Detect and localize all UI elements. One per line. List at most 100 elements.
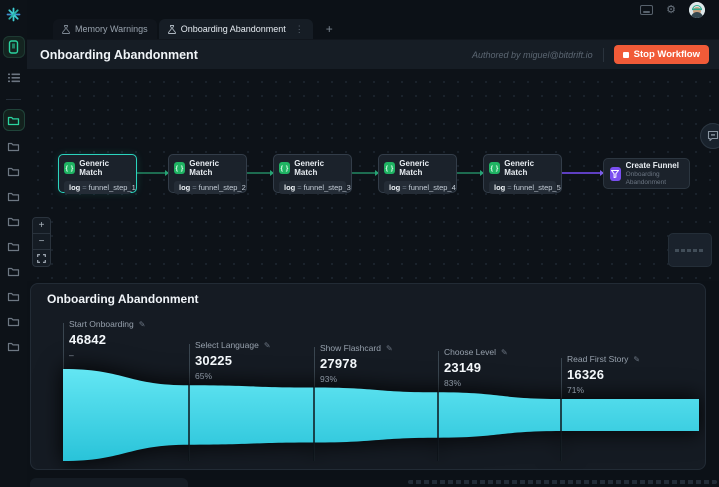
node-generic-match-4[interactable]: { } Generic Match log = funnel_step_4 [378, 154, 457, 194]
tab-label: Onboarding Abandonment [180, 24, 286, 34]
edge-1-2 [137, 170, 169, 176]
folder-icon [7, 317, 20, 326]
settings-gear-icon[interactable]: ⚙ [666, 4, 676, 16]
zoom-out-button[interactable]: − [33, 234, 50, 250]
step-label: Choose Level [444, 347, 496, 357]
canvas-zoom-controls: + − [32, 217, 51, 267]
node-generic-match-2[interactable]: { } Generic Match log = funnel_step_2 [168, 154, 247, 194]
node-condition: log = funnel_step_1 [64, 181, 136, 194]
node-create-funnel[interactable]: Create Funnel Onboarding Abandonment [603, 158, 690, 189]
node-generic-match-3[interactable]: { } Generic Match log = funnel_step_3 [273, 154, 352, 194]
sidebar-folder[interactable] [3, 286, 25, 306]
step-percent: 83% [444, 378, 462, 388]
sidebar-folder[interactable] [3, 261, 25, 281]
workflow-canvas[interactable]: { } Generic Match log = funnel_step_1 { } Ge… [27, 69, 719, 281]
user-avatar[interactable] [689, 2, 705, 18]
new-tab-button[interactable]: + [321, 19, 338, 39]
left-sidebar [0, 0, 27, 487]
next-panel-edge [30, 478, 719, 487]
stop-icon [622, 51, 629, 58]
sidebar-folder[interactable] [3, 336, 25, 356]
sidebar-folder[interactable] [3, 211, 25, 231]
stop-workflow-button[interactable]: Stop Workflow [613, 45, 709, 64]
sidebar-folder[interactable] [3, 186, 25, 206]
fit-view-icon [37, 253, 46, 263]
workflow-icon [62, 24, 70, 34]
phone-icon [8, 40, 19, 54]
minimap-nodes [675, 249, 705, 252]
sidebar-folder[interactable] [3, 161, 25, 181]
sidebar-divider [6, 99, 21, 100]
sidebar-item-devices[interactable] [2, 36, 25, 58]
funnel-step-read-first-story: Read First Story ✎ 16326 71% [567, 354, 640, 395]
braces-icon: { } [64, 162, 76, 174]
step-value: 16326 [567, 367, 605, 382]
edge-2-3 [247, 170, 274, 176]
braces-icon: { } [384, 162, 396, 174]
feedback-chat-button[interactable] [700, 123, 719, 149]
folder-icon [7, 342, 20, 351]
edge-4-5 [457, 170, 484, 176]
funnel-step-show-flashcard: Show Flashcard ✎ 27978 93% [320, 343, 393, 384]
step-value: 46842 [69, 332, 107, 347]
step-percent: 93% [320, 374, 338, 384]
folder-icon [7, 292, 20, 301]
tab-bar: Memory Warnings Onboarding Abandonment ⋮… [27, 19, 719, 40]
stop-workflow-label: Stop Workflow [633, 49, 700, 60]
step-label: Start Onboarding [69, 319, 134, 329]
funnel-step-choose-level: Choose Level ✎ 23149 83% [444, 347, 508, 388]
node-condition: log = funnel_step_3 [279, 181, 351, 194]
timeline-ticks [408, 480, 717, 484]
inbox-icon[interactable] [640, 5, 654, 15]
tab-menu-icon[interactable]: ⋮ [295, 24, 304, 35]
sidebar-folder[interactable] [3, 236, 25, 256]
folder-icon [7, 167, 20, 176]
list-icon [7, 73, 20, 83]
folder-icon [7, 217, 20, 226]
folder-icon [7, 116, 20, 125]
authored-by-text: Authored by miguel@bitdrift.io [471, 49, 593, 60]
node-generic-match-1[interactable]: { } Generic Match log = funnel_step_1 [58, 154, 137, 194]
sidebar-folder-active[interactable] [2, 109, 25, 131]
step-label: Select Language [195, 340, 259, 350]
braces-icon: { } [174, 162, 186, 174]
tab-label: Memory Warnings [75, 24, 148, 34]
step-percent: – [69, 350, 74, 360]
folder-icon [7, 142, 20, 151]
bitdrift-logo-icon[interactable] [6, 7, 21, 27]
folder-icon [7, 192, 20, 201]
edit-pencil-icon[interactable]: ✎ [139, 320, 146, 329]
fit-view-button[interactable] [33, 250, 50, 266]
braces-icon: { } [489, 162, 501, 174]
node-condition: log = funnel_step_2 [174, 181, 246, 194]
workflow-icon [167, 24, 176, 34]
sidebar-folder[interactable] [3, 136, 25, 156]
step-value: 23149 [444, 360, 482, 375]
edit-pencil-icon[interactable]: ✎ [633, 355, 640, 364]
zoom-in-button[interactable]: + [33, 218, 50, 234]
edit-pencil-icon[interactable]: ✎ [386, 344, 393, 353]
canvas-minimap[interactable] [668, 233, 712, 267]
folder-icon [7, 267, 20, 276]
tab-onboarding-abandonment[interactable]: Onboarding Abandonment ⋮ [158, 19, 313, 39]
sidebar-item-logs[interactable] [3, 67, 25, 89]
step-percent: 65% [195, 371, 213, 381]
funnel-icon [610, 166, 621, 181]
edit-pencil-icon[interactable]: ✎ [501, 348, 508, 357]
workflow-header: Onboarding Abandonment Authored by migue… [27, 40, 719, 69]
main-area: ⚙ Memory Warnings Onboarding Abandonment… [27, 0, 719, 487]
step-percent: 71% [567, 385, 585, 395]
node-condition: log = funnel_step_5 [489, 181, 561, 194]
header-divider [602, 47, 604, 62]
node-generic-match-5[interactable]: { } Generic Match log = funnel_step_5 [483, 154, 562, 194]
edit-pencil-icon[interactable]: ✎ [264, 341, 271, 350]
step-value: 30225 [195, 353, 233, 368]
node-condition: log = funnel_step_4 [384, 181, 456, 194]
edge-5-output [562, 170, 604, 176]
tab-memory-warnings[interactable]: Memory Warnings [53, 19, 157, 39]
step-label: Read First Story [567, 354, 629, 364]
edge-3-4 [352, 170, 379, 176]
sidebar-folder[interactable] [3, 311, 25, 331]
chat-bubble-icon [707, 130, 719, 142]
next-panel-header [30, 478, 188, 487]
